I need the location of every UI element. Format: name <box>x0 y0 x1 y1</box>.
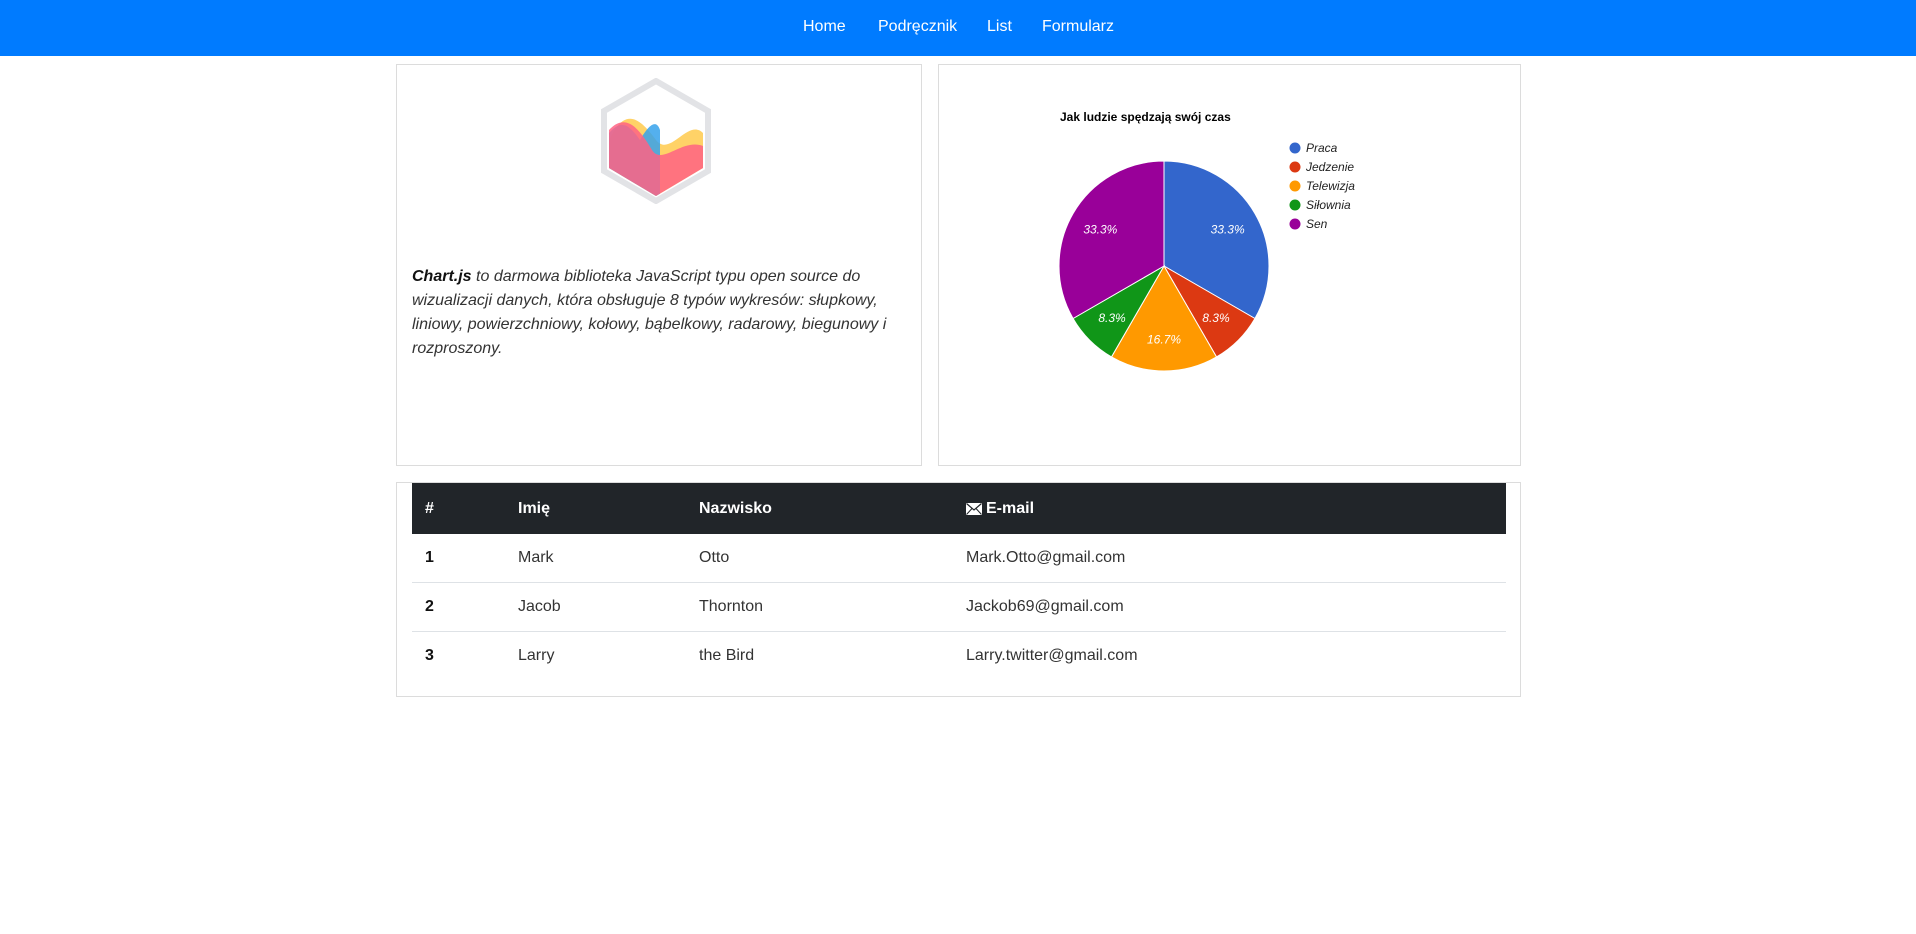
table-row: 1 Mark Otto Mark.Otto@gmail.com <box>412 534 1506 583</box>
pie-slice-label: 33.3% <box>1211 222 1245 236</box>
chartjs-logo-icon <box>601 78 711 204</box>
intro-text: to darmowa biblioteka JavaScript typu op… <box>412 268 887 357</box>
intro-description: Chart.js to darmowa biblioteka JavaScrip… <box>412 265 902 361</box>
pie-slice-label: 16.7% <box>1147 333 1181 347</box>
chart-card: Jak ludzie spędzają swój czas 33.3% 8.3% 1… <box>938 64 1521 466</box>
legend-item-telewizja[interactable]: Telewizja <box>1306 179 1355 193</box>
row-email: Larry.twitter@gmail.com <box>953 631 1506 680</box>
nav-home[interactable]: Home <box>803 18 846 36</box>
nav-formularz[interactable]: Formularz <box>1042 18 1114 36</box>
row-last-name: Otto <box>699 549 730 566</box>
top-navbar: Home Podręcznik List Formularz <box>0 0 1916 56</box>
users-table: # Imię Nazwisko E-mail 1 Mark Otto Mark.… <box>412 483 1506 680</box>
legend-swatch <box>1289 218 1301 230</box>
col-header-first-name: Imię <box>518 499 551 517</box>
legend-swatch <box>1289 199 1301 211</box>
mail-icon <box>966 502 982 515</box>
row-last-name: Thornton <box>686 582 953 632</box>
legend-swatch <box>1289 180 1301 192</box>
users-table-card: # Imię Nazwisko E-mail 1 Mark Otto Mark.… <box>396 482 1521 697</box>
col-header-number: # <box>425 499 434 517</box>
nav-podrecznik[interactable]: Podręcznik <box>878 18 957 36</box>
nav-list[interactable]: List <box>987 18 1012 36</box>
row-last-name: the Bird <box>686 631 953 680</box>
row-first-name: Larry <box>505 631 686 680</box>
legend-swatch <box>1289 142 1301 154</box>
col-header-email-label: E-mail <box>986 499 1035 517</box>
row-email: Mark.Otto@gmail.com <box>966 549 1126 566</box>
table-header-row: # Imię Nazwisko E-mail <box>412 483 1506 534</box>
pie-slice-label: 8.3% <box>1098 311 1126 325</box>
row-email: Jackob69@gmail.com <box>953 582 1506 632</box>
pie-chart: Jak ludzie spędzają swój czas 33.3% 8.3% 1… <box>1058 110 1355 372</box>
col-header-email: E-mail <box>953 483 1506 534</box>
intro-brand: Chart.js <box>412 268 472 285</box>
legend-item-siłownia[interactable]: Siłownia <box>1306 198 1351 212</box>
chart-title: Jak ludzie spędzają swój czas <box>1060 110 1231 124</box>
row-number: 1 <box>425 549 434 566</box>
intro-card: Chart.js to darmowa biblioteka JavaScrip… <box>396 64 922 466</box>
table-row: 2 Jacob Thornton Jackob69@gmail.com <box>412 582 1506 632</box>
table-row: 3 Larry the Bird Larry.twitter@gmail.com <box>412 631 1506 680</box>
legend-item-sen[interactable]: Sen <box>1306 217 1328 231</box>
pie-slice-label: 33.3% <box>1083 222 1117 236</box>
legend-swatch <box>1289 161 1301 173</box>
row-number: 3 <box>412 631 505 680</box>
legend-item-praca[interactable]: Praca <box>1306 141 1338 155</box>
col-header-last-name: Nazwisko <box>699 499 772 517</box>
row-first-name: Jacob <box>505 582 686 632</box>
legend-item-jedzenie[interactable]: Jedzenie <box>1305 160 1354 174</box>
row-number: 2 <box>412 582 505 632</box>
row-first-name: Mark <box>518 549 554 566</box>
pie-slice-label: 8.3% <box>1202 311 1230 325</box>
